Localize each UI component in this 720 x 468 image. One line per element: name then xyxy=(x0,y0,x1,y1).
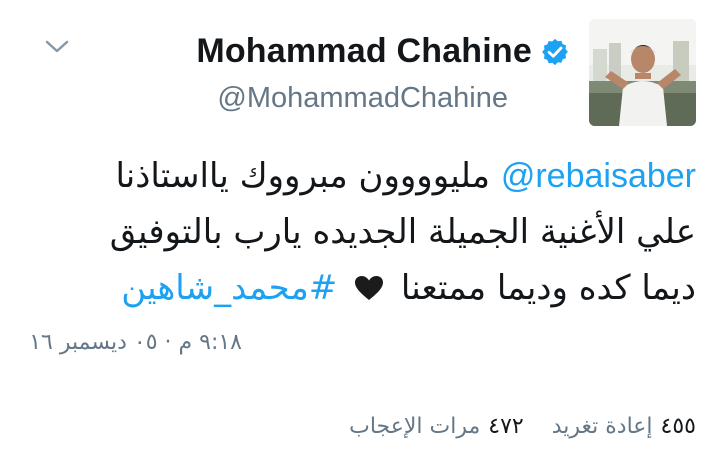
tweet-text-line-3: ديما كده وديما ممتعنا xyxy=(400,268,696,308)
tweet-line-2: علي الأغنية الجميلة الجديده يارب بالتوفي… xyxy=(109,212,696,252)
heart-emoji-icon xyxy=(354,262,384,300)
verified-badge-icon xyxy=(540,37,570,67)
likes-stat[interactable]: ٤٧٢ مرات الإعجاب xyxy=(349,414,524,439)
author-name-row[interactable]: Mohammad Chahine xyxy=(196,32,570,71)
avatar[interactable] xyxy=(589,19,696,126)
author-display-name[interactable]: Mohammad Chahine xyxy=(196,32,532,71)
retweets-count: ٤٥٥ xyxy=(660,414,696,439)
tweet-line-1: @rebaisaber مليوووون مبرووك يااستاذنا xyxy=(16,148,696,204)
likes-label: مرات الإعجاب xyxy=(349,414,481,439)
mention-link[interactable]: @rebaisaber xyxy=(501,157,696,195)
chevron-down-icon[interactable] xyxy=(44,38,70,56)
tweet-stats: ٤٥٥ إعادة تغريد ٤٧٢ مرات الإعجاب xyxy=(349,414,696,439)
tweet-text-line-1: مليوووون مبرووك يااستاذنا xyxy=(115,156,491,196)
tweet-line-3: ديما كده وديما ممتعنا #محمد_شاهين xyxy=(16,260,696,316)
likes-count: ٤٧٢ xyxy=(488,414,524,439)
tweet-text: @rebaisaber مليوووون مبرووك يااستاذنا عل… xyxy=(16,148,696,316)
hashtag-link[interactable]: #محمد_شاهين xyxy=(121,268,337,308)
author-handle[interactable]: @MohammadChahine xyxy=(217,82,508,115)
tweet-timestamp[interactable]: ٩:١٨ م · ٠٥ ديسمبر ١٦ xyxy=(29,330,242,355)
retweets-stat[interactable]: ٤٥٥ إعادة تغريد xyxy=(552,414,696,439)
retweets-label: إعادة تغريد xyxy=(551,414,653,439)
